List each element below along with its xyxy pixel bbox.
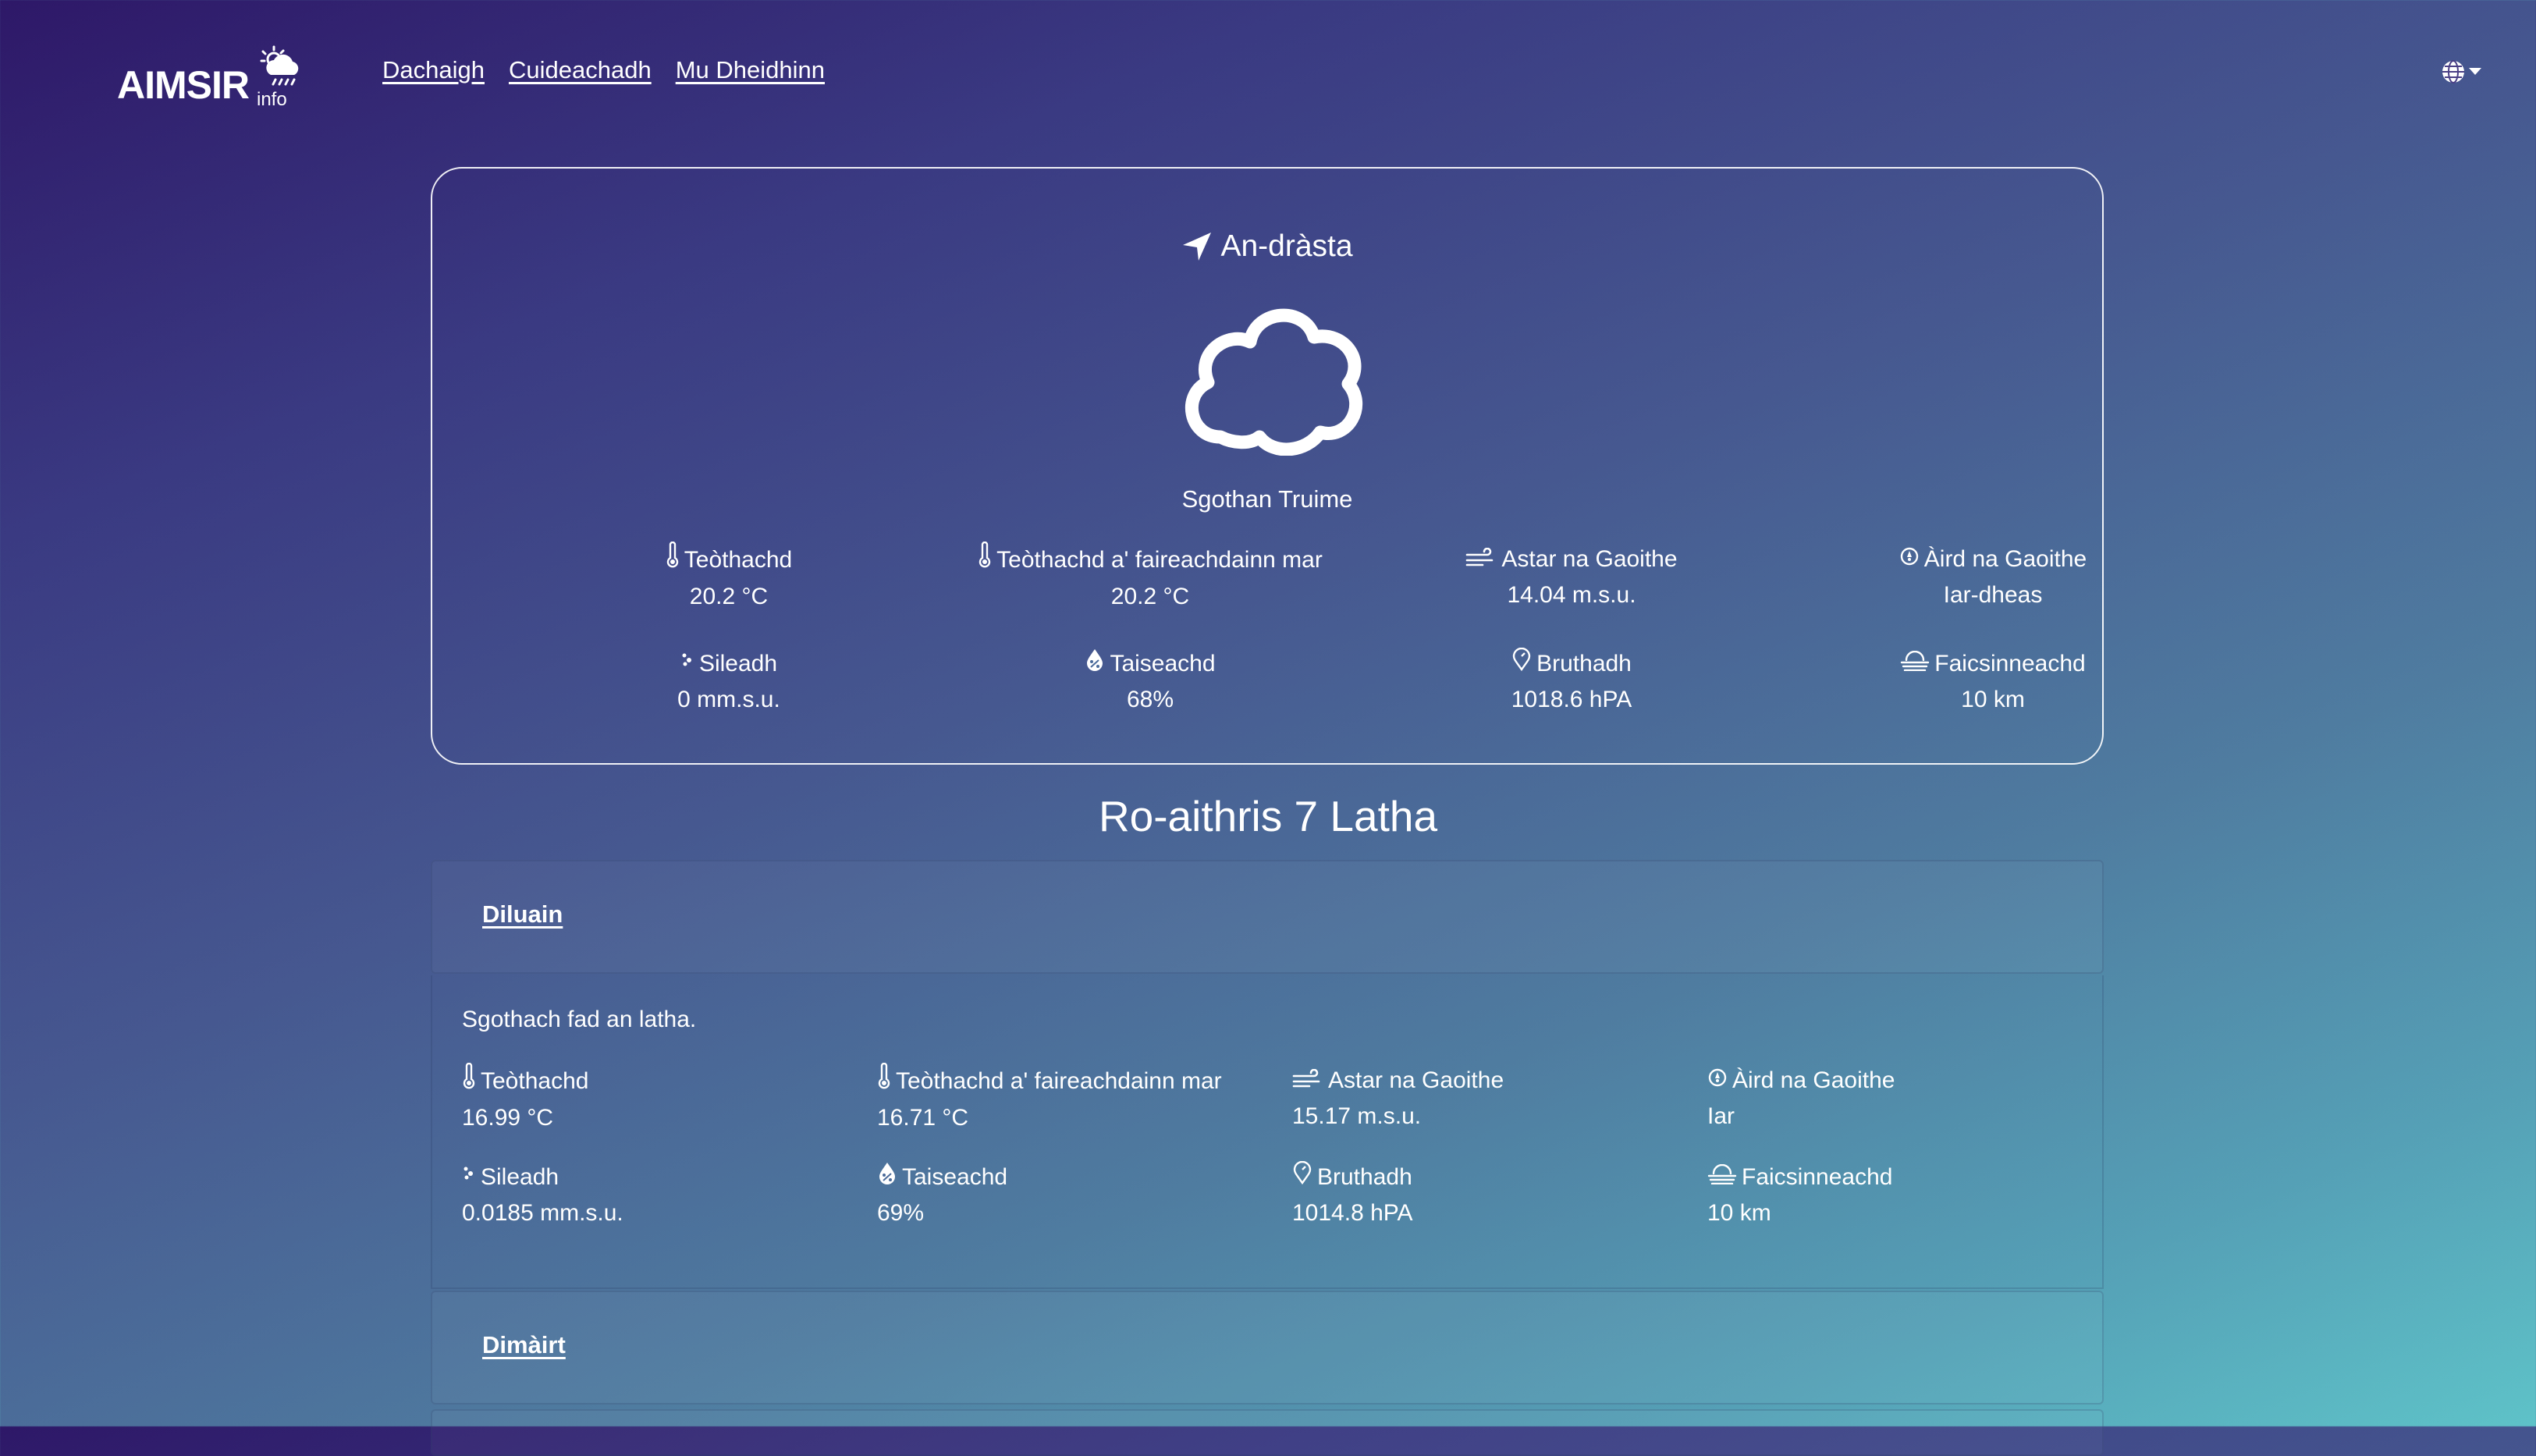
stat-feels-like: Teòthachd a' faireachdainn mar 20.2 °C bbox=[939, 541, 1361, 615]
stat-value: 16.99 °C bbox=[462, 1105, 554, 1131]
current-stats-grid: Teòthachd 20.2 °C Teòthachd a' faireachd… bbox=[518, 541, 2204, 718]
stat-label: Àird na Gaoithe bbox=[1732, 1067, 1895, 1093]
sun-rain-cloud-icon: info bbox=[252, 45, 308, 109]
globe-icon bbox=[2442, 60, 2464, 83]
stat-wind-direction: Àird na Gaoithe Iar bbox=[1707, 1063, 2122, 1136]
stat-label: Sileadh bbox=[481, 1164, 559, 1190]
thermometer-icon bbox=[877, 1062, 891, 1100]
stat-value: 20.2 °C bbox=[689, 584, 769, 609]
stat-temperature: Teòthachd 20.2 °C bbox=[518, 541, 939, 615]
humidity-icon bbox=[877, 1159, 897, 1195]
day-summary: Sgothach fad an latha. bbox=[462, 1007, 697, 1032]
location-arrow-icon bbox=[1183, 233, 1212, 261]
rain-drops-icon bbox=[680, 646, 694, 682]
current-title: An-dràsta bbox=[432, 229, 2102, 264]
stat-label: Astar na Gaoithe bbox=[1501, 546, 1678, 572]
stat-label: Faicsinneachd bbox=[1742, 1164, 1893, 1190]
stat-label: Taiseachd bbox=[902, 1164, 1008, 1190]
stat-label: Bruthadh bbox=[1317, 1164, 1412, 1190]
rain-drops-icon bbox=[462, 1159, 476, 1195]
stat-pressure: Bruthadh 1018.6 hPA bbox=[1361, 646, 1782, 718]
stat-label: Faicsinneachd bbox=[1934, 651, 2086, 677]
stat-label: Taiseachd bbox=[1110, 651, 1216, 677]
stat-pressure: Bruthadh 1014.8 hPA bbox=[1292, 1159, 1707, 1231]
language-dropdown[interactable] bbox=[2441, 59, 2481, 84]
stat-visibility: Faicsinneachd 10 km bbox=[1782, 646, 2204, 718]
stat-value: 1014.8 hPA bbox=[1292, 1200, 1413, 1226]
stat-value: 68% bbox=[1126, 687, 1174, 712]
stat-label: Astar na Gaoithe bbox=[1328, 1067, 1504, 1093]
stat-value: 10 km bbox=[1707, 1200, 1771, 1226]
logo[interactable]: AIMSIR info bbox=[117, 45, 308, 109]
stat-humidity: Taiseachd 68% bbox=[939, 646, 1361, 718]
thermometer-icon bbox=[462, 1062, 476, 1100]
stat-value: Iar bbox=[1707, 1103, 1735, 1129]
stat-temperature: Teòthachd 16.99 °C bbox=[462, 1062, 877, 1136]
wind-icon bbox=[1465, 542, 1497, 577]
stat-value: 14.04 m.s.u. bbox=[1507, 582, 1636, 608]
current-weather-card: An-dràsta Sgothan Truime Teòthachd 20.2 … bbox=[431, 167, 2104, 765]
stat-label: Àird na Gaoithe bbox=[1923, 546, 2087, 572]
stat-label: Bruthadh bbox=[1536, 651, 1632, 677]
stat-label: Sileadh bbox=[698, 651, 778, 677]
nav-links: Dachaigh Cuideachadh Mu Dheidhinn bbox=[382, 56, 825, 84]
thermometer-icon bbox=[978, 541, 992, 579]
current-title-text: An-dràsta bbox=[1220, 229, 1353, 263]
pressure-icon bbox=[1511, 646, 1532, 682]
stat-value: 0 mm.s.u. bbox=[677, 687, 780, 712]
nav-link-about[interactable]: Mu Dheidhinn bbox=[676, 56, 825, 84]
stat-value: Iar-dheas bbox=[1943, 582, 2043, 608]
caret-down-icon bbox=[2469, 68, 2481, 75]
stat-value: 10 km bbox=[1961, 687, 2025, 712]
forecast-title: Ro-aithris 7 Latha bbox=[1098, 792, 1438, 840]
stat-value: 16.71 °C bbox=[877, 1105, 969, 1131]
stat-value: 0.0185 mm.s.u. bbox=[462, 1200, 623, 1226]
stat-label: Teòthachd bbox=[481, 1068, 589, 1094]
stat-visibility: Faicsinneachd 10 km bbox=[1707, 1159, 2122, 1231]
thermometer-icon bbox=[666, 541, 680, 579]
visibility-icon bbox=[1707, 1159, 1737, 1195]
pressure-icon bbox=[1292, 1159, 1312, 1195]
humidity-icon bbox=[1085, 646, 1105, 682]
stat-wind-speed: Astar na Gaoithe 15.17 m.s.u. bbox=[1292, 1063, 1707, 1136]
stat-label: Teòthachd a' faireachdainn mar bbox=[996, 547, 1323, 573]
day-header-next[interactable] bbox=[431, 1409, 2104, 1456]
stat-humidity: Taiseachd 69% bbox=[877, 1159, 1292, 1231]
cloud-icon bbox=[1185, 308, 1363, 456]
nav-link-help[interactable]: Cuideachadh bbox=[509, 56, 652, 84]
logo-text: AIMSIR bbox=[117, 63, 250, 107]
stat-value: 1018.6 hPA bbox=[1511, 687, 1632, 712]
stat-value: 15.17 m.s.u. bbox=[1292, 1103, 1422, 1129]
condition-text: Sgothan Truime bbox=[1181, 485, 1353, 513]
nav-link-home[interactable]: Dachaigh bbox=[382, 56, 485, 84]
stat-value: 20.2 °C bbox=[1110, 584, 1190, 609]
day-link[interactable]: Dimàirt bbox=[482, 1331, 566, 1359]
day-header-monday[interactable]: Diluain bbox=[431, 860, 2104, 974]
navbar: AIMSIR info Dachaigh Cuideachadh Mu Dhei… bbox=[0, 0, 2536, 140]
stat-value: 69% bbox=[877, 1200, 925, 1226]
stat-feels-like: Teòthachd a' faireachdainn mar 16.71 °C bbox=[877, 1062, 1292, 1136]
compass-icon bbox=[1707, 1063, 1728, 1099]
stat-precipitation: Sileadh 0 mm.s.u. bbox=[518, 646, 939, 718]
day-panel-monday: Sgothach fad an latha. Teòthachd 16.99 °… bbox=[431, 975, 2104, 1289]
stat-precipitation: Sileadh 0.0185 mm.s.u. bbox=[462, 1159, 877, 1231]
compass-icon bbox=[1899, 542, 1920, 577]
logo-subtext: info bbox=[257, 89, 287, 110]
stat-label: Teòthachd a' faireachdainn mar bbox=[896, 1068, 1222, 1094]
day-link[interactable]: Diluain bbox=[482, 900, 563, 929]
day-header-tuesday[interactable]: Dimàirt bbox=[431, 1291, 2104, 1405]
day-stats-grid: Teòthachd 16.99 °C Teòthachd a' faireach… bbox=[462, 1062, 2122, 1231]
stat-wind-speed: Astar na Gaoithe 14.04 m.s.u. bbox=[1361, 542, 1782, 615]
wind-icon bbox=[1292, 1063, 1323, 1099]
visibility-icon bbox=[1900, 646, 1930, 682]
stat-label: Teòthachd bbox=[684, 547, 793, 573]
stat-wind-direction: Àird na Gaoithe Iar-dheas bbox=[1782, 542, 2204, 615]
